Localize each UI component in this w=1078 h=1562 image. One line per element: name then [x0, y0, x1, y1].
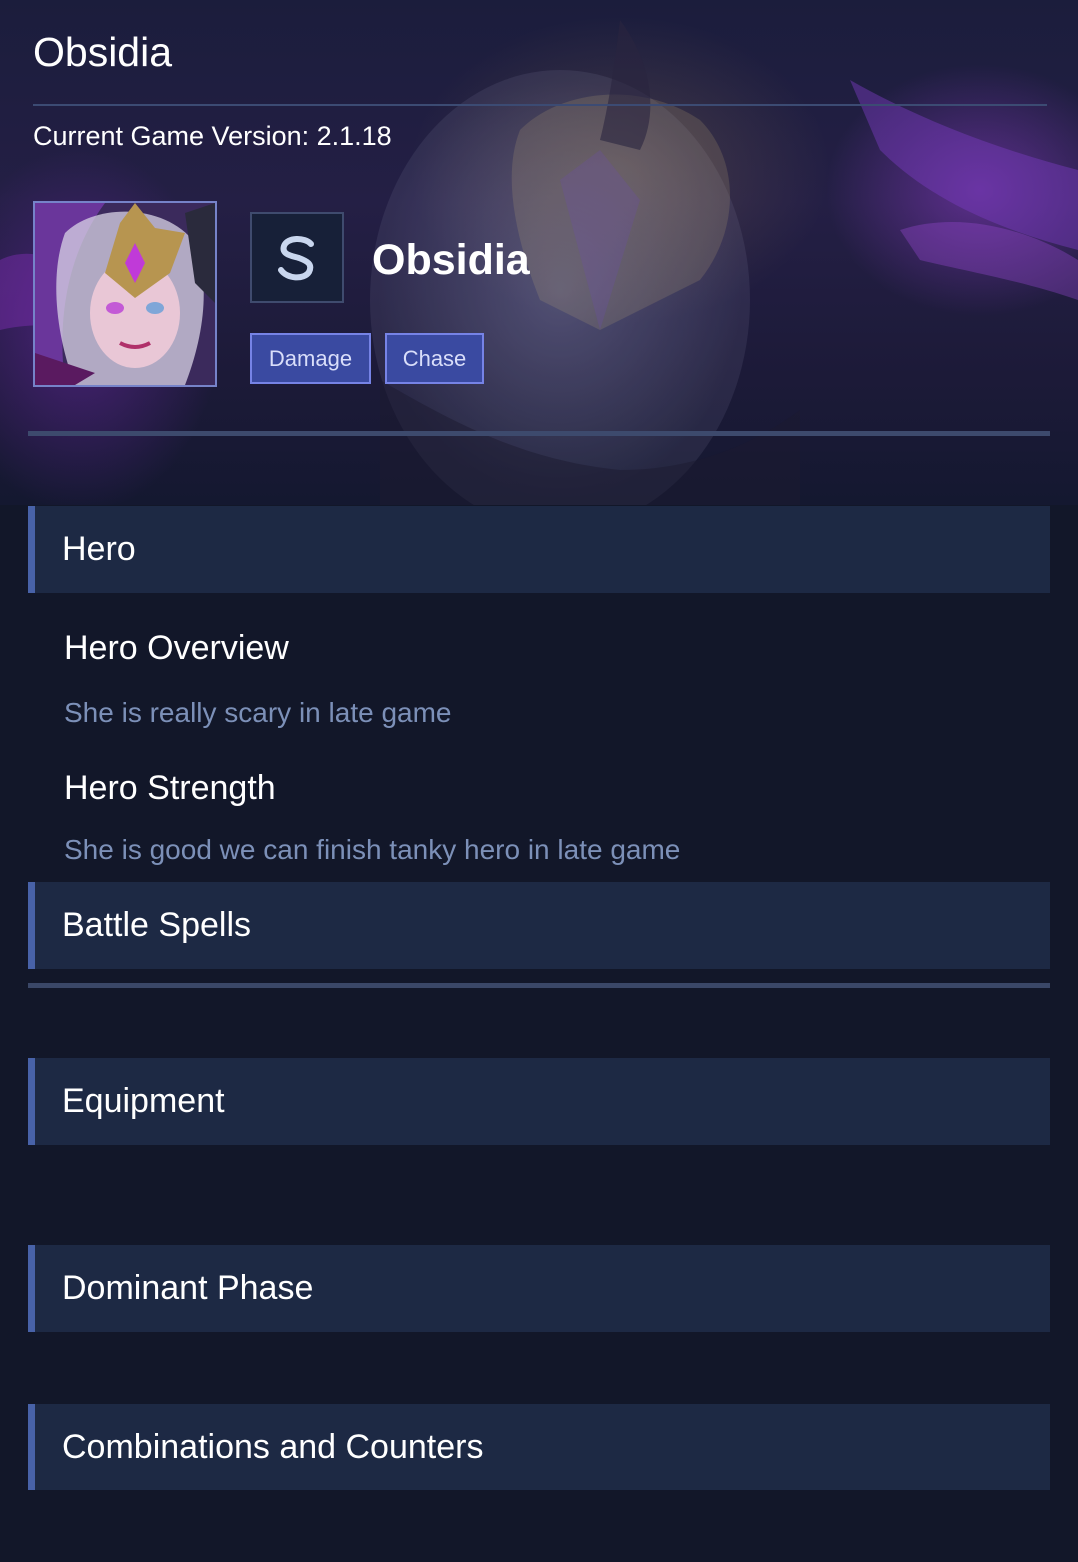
tag-damage[interactable]: Damage: [250, 333, 371, 384]
hero-strength-heading: Hero Strength: [64, 769, 276, 807]
hero-name: Obsidia: [372, 236, 530, 284]
header-divider: [28, 431, 1050, 436]
game-version-label: Current Game Version: 2.1.18: [33, 121, 392, 151]
page-title: Obsidia: [33, 29, 173, 75]
section-dominant-phase-title: Dominant Phase: [62, 1269, 314, 1307]
hero-portrait[interactable]: [33, 201, 217, 387]
hero-overview-text: She is really scary in late game: [64, 697, 452, 728]
section-dominant-phase-header[interactable]: Dominant Phase: [28, 1245, 1050, 1332]
hero-strength-text: She is good we can finish tanky hero in …: [64, 834, 681, 865]
section-hero-header[interactable]: Hero: [28, 506, 1050, 593]
role-icon-box[interactable]: [250, 212, 344, 303]
section-equipment-header[interactable]: Equipment: [28, 1058, 1050, 1145]
section-battle-spells-title: Battle Spells: [62, 906, 251, 944]
section-equipment-title: Equipment: [62, 1082, 225, 1120]
hero-overview-heading: Hero Overview: [64, 629, 289, 667]
tag-chase[interactable]: Chase: [385, 333, 484, 384]
section-hero-title: Hero: [62, 530, 136, 568]
assassin-s-icon: [278, 235, 314, 280]
section-combinations-title: Combinations and Counters: [62, 1428, 484, 1466]
section-combinations-header[interactable]: Combinations and Counters: [28, 1404, 1050, 1490]
hero-portrait-image: [35, 203, 215, 385]
title-divider: [33, 104, 1047, 106]
section-battle-spells-header[interactable]: Battle Spells: [28, 882, 1050, 969]
section-divider: [28, 983, 1050, 988]
